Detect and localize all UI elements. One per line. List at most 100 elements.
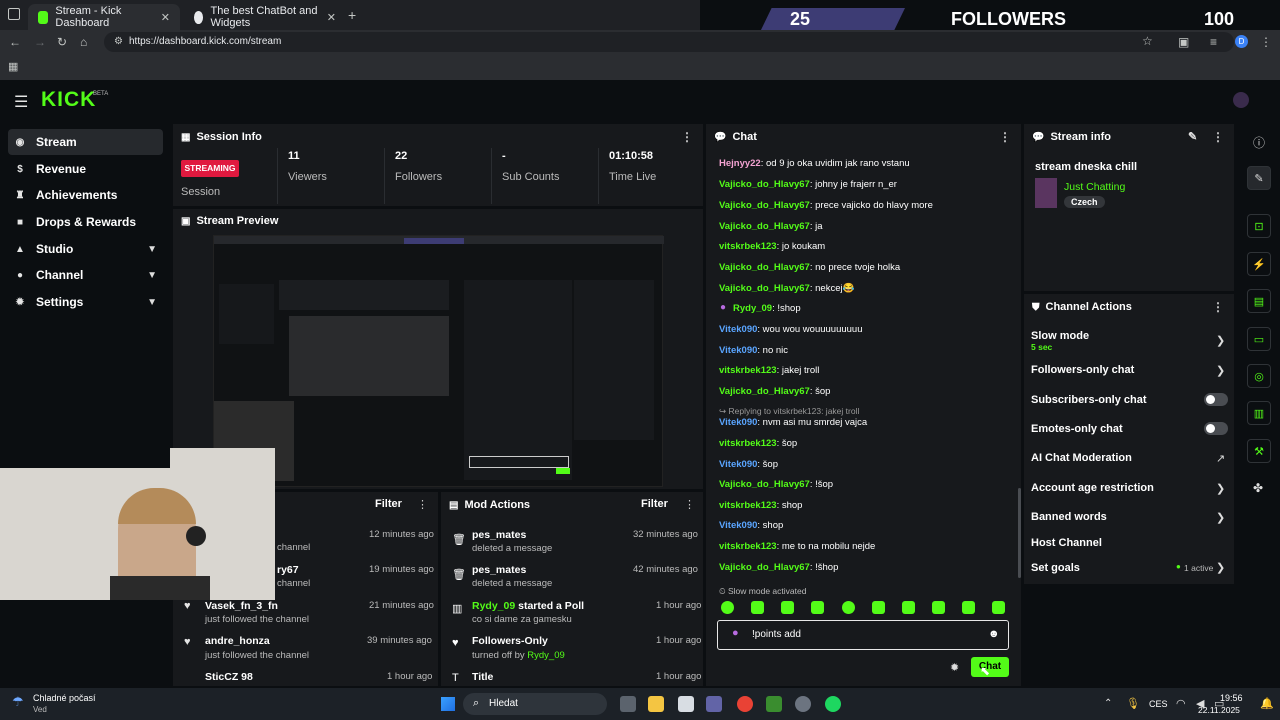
sidebar-item-settings[interactable]: ✹ Settings ▼ (8, 289, 163, 315)
site-info-icon[interactable]: ⚙ (114, 36, 123, 47)
emote-icon[interactable] (962, 601, 975, 614)
set-goals-item[interactable]: Set goals (1031, 562, 1080, 574)
broadcast-rail-icon[interactable]: ◎ (1247, 364, 1271, 388)
store-icon[interactable] (678, 696, 694, 712)
reading-list-icon[interactable]: ≡ (1210, 35, 1217, 49)
url-field[interactable]: ⚙ https://dashboard.kick.com/stream ☆ (104, 32, 1234, 52)
reload-icon[interactable]: ↻ (57, 35, 67, 49)
chat-settings-icon[interactable]: ✹ (950, 661, 959, 674)
minecraft-icon[interactable] (766, 696, 782, 712)
emote-icon[interactable] (751, 601, 764, 614)
task-view-icon[interactable] (620, 696, 636, 712)
teams-icon[interactable] (706, 696, 722, 712)
emote-icon[interactable] (992, 601, 1005, 614)
kebab-menu-icon[interactable]: ⋮ (684, 498, 695, 511)
tab-chatbot[interactable]: The best ChatBot and Widgets ✕ (184, 4, 346, 30)
chat-username[interactable]: Hejnyy22 (719, 158, 761, 169)
language-indicator[interactable]: CES (1149, 699, 1168, 709)
sidebar-item-achievements[interactable]: ♜ Achievements (8, 182, 163, 208)
kebab-menu-icon[interactable]: ⋮ (1212, 300, 1224, 314)
chat-username[interactable]: Vajicko_do_Hlavy67 (719, 479, 810, 490)
emoji-picker-icon[interactable]: ☻ (988, 628, 1000, 640)
taskbar-search[interactable]: ⌕ Hledat (463, 693, 607, 715)
account-age-item[interactable]: Account age restriction (1031, 482, 1154, 494)
chat-rail-icon[interactable]: ▭ (1247, 327, 1271, 351)
chat-username[interactable]: vitskrbek123 (719, 500, 777, 511)
clipboard-rail-icon[interactable]: ▤ (1247, 289, 1271, 313)
forward-icon[interactable]: → (34, 35, 46, 49)
close-tab-icon[interactable]: ✕ (161, 11, 170, 24)
emote-icon[interactable] (842, 601, 855, 614)
chat-username[interactable]: Vitek090 (719, 417, 757, 428)
chat-username[interactable]: Vitek090 (719, 345, 757, 356)
home-icon[interactable]: ⌂ (80, 35, 87, 49)
chat-username[interactable]: Vajicko_do_Hlavy67 (719, 179, 810, 190)
edit-pencil-icon[interactable]: ✎ (1188, 130, 1197, 143)
subscribers-only-toggle[interactable] (1204, 393, 1228, 406)
chat-username[interactable]: Rydy_09 (733, 303, 772, 314)
sidebar-item-drops[interactable]: ■ Drops & Rewards (8, 209, 163, 235)
mod-filter-button[interactable]: Filter (641, 498, 668, 510)
hamburger-menu-icon[interactable]: ☰ (14, 92, 28, 112)
external-link-icon[interactable]: ↗ (1216, 452, 1225, 465)
chat-username[interactable]: Vajicko_do_Hlavy67 (719, 200, 810, 211)
target-rail-icon[interactable]: ⊡ (1247, 214, 1271, 238)
spotify-icon[interactable] (825, 696, 841, 712)
chat-username[interactable]: Vajicko_do_Hlavy67 (719, 562, 810, 573)
file-explorer-icon[interactable] (648, 696, 664, 712)
wrench-rail-icon[interactable]: ⚒ (1247, 439, 1271, 463)
lightning-rail-icon[interactable]: ⚡ (1247, 252, 1271, 276)
emote-icon[interactable] (872, 601, 885, 614)
chrome-icon[interactable] (737, 696, 753, 712)
tab-search-icon[interactable] (8, 8, 20, 20)
emotes-only-toggle[interactable] (1204, 422, 1228, 435)
chat-username[interactable]: vitskrbek123 (719, 438, 777, 449)
chat-username[interactable]: Vajicko_do_Hlavy67 (719, 221, 810, 232)
steam-icon[interactable] (795, 696, 811, 712)
wifi-icon[interactable]: ◠ (1176, 697, 1186, 710)
chat-username[interactable]: vitskrbek123 (719, 541, 777, 552)
info-icon[interactable]: ⓘ (1253, 134, 1265, 151)
banned-words-item[interactable]: Banned words (1031, 511, 1107, 523)
chat-username[interactable]: Vajicko_do_Hlavy67 (719, 283, 810, 294)
bookmark-star-icon[interactable]: ☆ (1142, 34, 1153, 48)
chat-username[interactable]: Vajicko_do_Hlavy67 (719, 262, 810, 273)
category-link[interactable]: Just Chatting (1064, 181, 1125, 193)
activity-filter-button[interactable]: Filter (375, 498, 402, 510)
browser-menu-icon[interactable]: ⋮ (1260, 35, 1272, 49)
puzzle-icon[interactable]: ✤ (1253, 481, 1263, 495)
stream-preview-video[interactable] (213, 235, 664, 487)
user-avatar[interactable] (1233, 92, 1249, 108)
chat-username[interactable]: Vitek090 (719, 324, 757, 335)
emote-icon[interactable] (811, 601, 824, 614)
kebab-menu-icon[interactable]: ⋮ (417, 498, 428, 511)
mod-user[interactable]: Rydy_09 (527, 650, 565, 661)
host-channel-item[interactable]: Host Channel (1031, 537, 1102, 549)
tab-kick-dashboard[interactable]: Stream - Kick Dashboard ✕ (28, 4, 180, 30)
chat-username[interactable]: vitskrbek123 (719, 241, 777, 252)
sidebar-item-revenue[interactable]: $ Revenue (8, 156, 163, 182)
sidebar-item-channel[interactable]: ● Channel ▼ (8, 262, 163, 288)
clock-date[interactable]: 22.11.2025 (1198, 705, 1240, 715)
emote-icon[interactable] (932, 601, 945, 614)
emote-icon[interactable] (721, 601, 734, 614)
kick-logo[interactable]: KICK (41, 88, 96, 112)
chevron-right-icon[interactable]: ❯ (1216, 334, 1225, 347)
chevron-right-icon[interactable]: ❯ (1216, 561, 1225, 574)
close-tab-icon[interactable]: ✕ (327, 11, 336, 24)
chevron-right-icon[interactable]: ❯ (1216, 364, 1225, 377)
tray-chevron-icon[interactable]: ⌃ (1104, 698, 1112, 709)
slow-mode-item[interactable]: Slow mode (1031, 330, 1089, 342)
new-tab-icon[interactable]: + (348, 7, 356, 23)
followers-only-item[interactable]: Followers-only chat (1031, 364, 1134, 376)
chat-username[interactable]: Vitek090 (719, 520, 757, 531)
chevron-right-icon[interactable]: ❯ (1216, 511, 1225, 524)
mod-user[interactable]: Rydy_09 (472, 600, 515, 612)
sidebar-item-studio[interactable]: ▲ Studio ▼ (8, 236, 163, 262)
edit-rail-icon[interactable]: ✎ (1247, 166, 1271, 190)
panel-rail-icon[interactable]: ▥ (1247, 401, 1271, 425)
kebab-menu-icon[interactable]: ⋮ (999, 130, 1011, 144)
chevron-right-icon[interactable]: ❯ (1216, 482, 1225, 495)
chat-username[interactable]: Vajicko_do_Hlavy67 (719, 386, 810, 397)
chat-username[interactable]: Vitek090 (719, 459, 757, 470)
